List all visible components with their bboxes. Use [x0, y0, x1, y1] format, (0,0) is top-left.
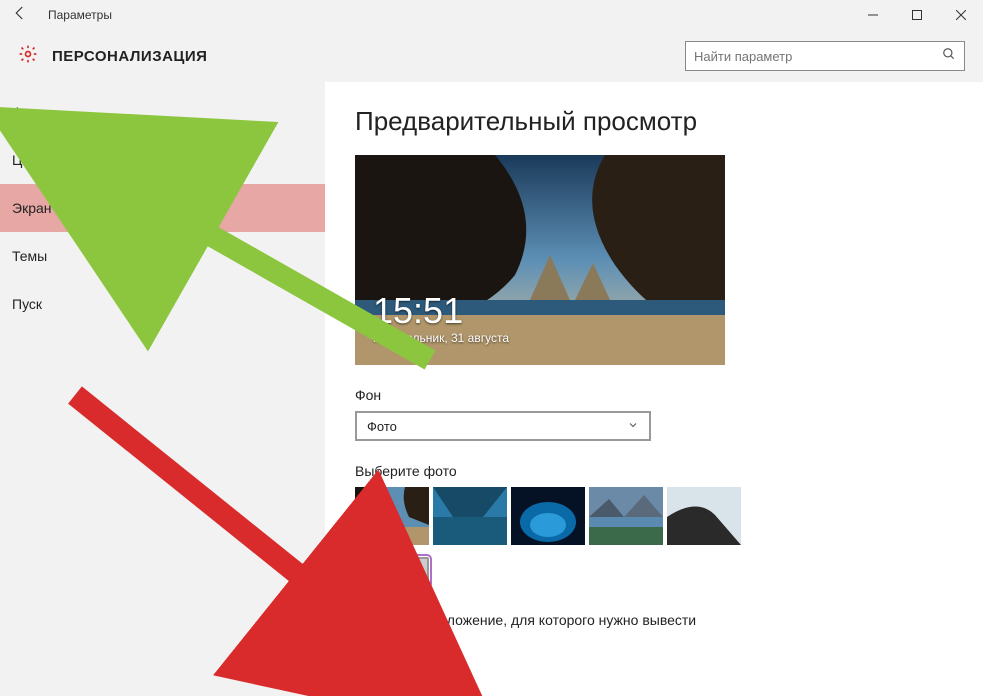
photo-thumb-5[interactable]: [667, 487, 741, 545]
window-title: Параметры: [40, 8, 112, 22]
preview-date: понедельник, 31 августа: [373, 331, 509, 345]
minimize-button[interactable]: [851, 0, 895, 30]
chevron-down-icon: [627, 419, 639, 434]
preview-heading: Предварительный просмотр: [355, 106, 953, 137]
titlebar: Параметры: [0, 0, 983, 30]
search-input[interactable]: [694, 49, 942, 64]
gear-icon: [18, 44, 38, 69]
background-label: Фон: [355, 387, 953, 403]
lockscreen-preview: 15:51 понедельник, 31 августа: [355, 155, 725, 365]
page-heading: ПЕРСОНАЛИЗАЦИЯ: [52, 48, 207, 65]
content: Предварительный просмотр 15:51 понедельн…: [325, 82, 983, 696]
photo-thumb-1[interactable]: [355, 487, 429, 545]
sidebar-item-lockscreen[interactable]: Экран блокировки: [0, 184, 325, 232]
sidebar-item-start[interactable]: Пуск: [0, 280, 325, 328]
preview-time: 15:51: [373, 293, 509, 329]
sidebar-item-themes[interactable]: Темы: [0, 232, 325, 280]
search-icon: [942, 47, 956, 66]
photo-thumb-3[interactable]: [511, 487, 585, 545]
sidebar-item-label: Темы: [12, 248, 47, 264]
photo-thumb-2[interactable]: [433, 487, 507, 545]
sidebar-item-background[interactable]: Фон: [0, 88, 325, 136]
dropdown-value: Фото: [367, 419, 397, 434]
header: ПЕРСОНАЛИЗАЦИЯ: [0, 30, 983, 82]
sidebar-item-label: Фон: [12, 104, 38, 120]
close-button[interactable]: [939, 0, 983, 30]
sidebar-item-colors[interactable]: Цвета: [0, 136, 325, 184]
sidebar-item-label: Экран блокировки: [12, 200, 130, 216]
app-section-text: Выберите приложение, для которого нужно …: [355, 612, 953, 628]
photo-thumbnails: [355, 487, 953, 545]
choose-photo-label: Выберите фото: [355, 463, 953, 479]
browse-button[interactable]: Обзор: [355, 557, 429, 586]
search-box[interactable]: [685, 41, 965, 71]
background-dropdown[interactable]: Фото: [355, 411, 651, 441]
back-button[interactable]: [0, 4, 40, 27]
photo-thumb-4[interactable]: [589, 487, 663, 545]
sidebar: Фон Цвета Экран блокировки Темы Пуск: [0, 82, 325, 696]
maximize-button[interactable]: [895, 0, 939, 30]
sidebar-item-label: Цвета: [12, 152, 51, 168]
sidebar-item-label: Пуск: [12, 296, 42, 312]
